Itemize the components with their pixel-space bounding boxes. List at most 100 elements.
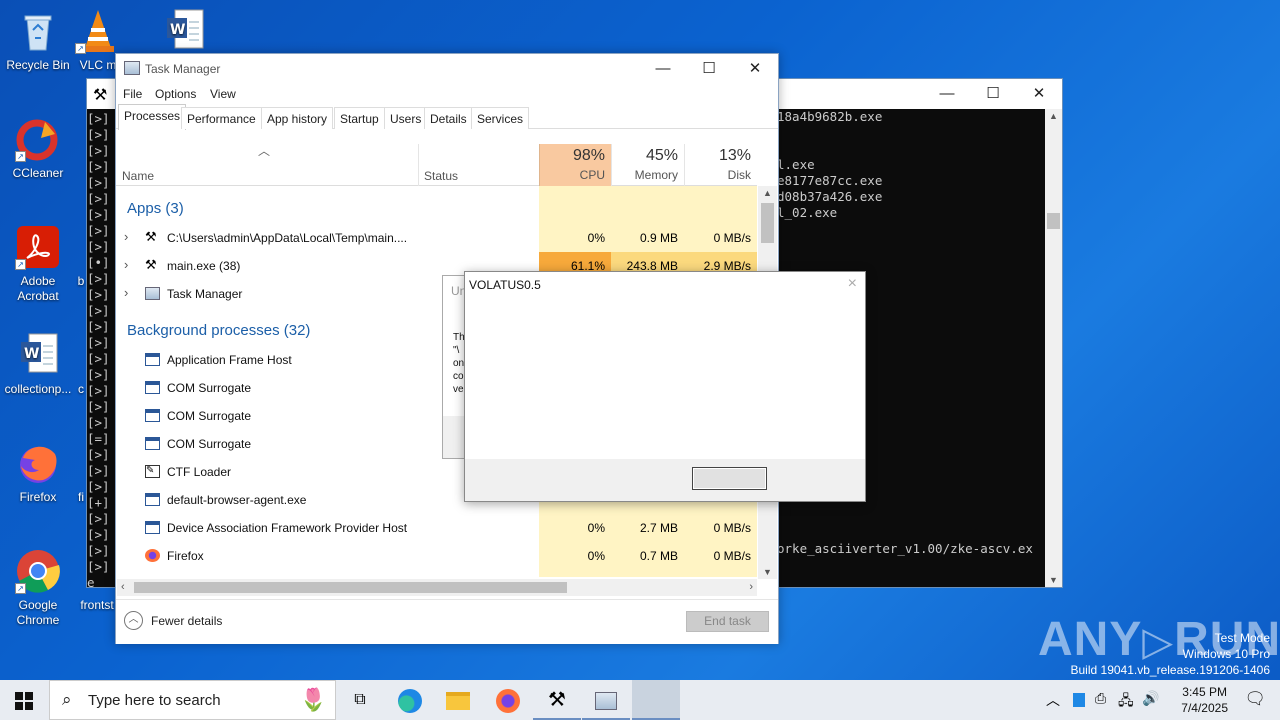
desktop-icon-word[interactable]: W — [146, 8, 222, 58]
file-explorer-taskbar-button[interactable] — [434, 680, 482, 720]
column-disk[interactable]: 13% Disk — [684, 144, 757, 186]
tab-performance[interactable]: Performance — [181, 107, 262, 129]
apps-group-header[interactable]: Apps (3) — [127, 200, 184, 217]
recycle-bin-icon — [15, 8, 61, 54]
console-line: l_02.exe — [777, 205, 838, 220]
close-button[interactable]: ✕ — [732, 54, 778, 84]
console-marker: [>] — [87, 175, 110, 190]
task-manager-titlebar[interactable]: Task Manager — ☐ ✕ — [116, 54, 778, 84]
word-document-icon: W — [161, 8, 207, 54]
expand-chevron-icon[interactable]: › — [124, 229, 128, 244]
process-name: default-browser-agent.exe — [167, 493, 307, 507]
maximize-button[interactable]: ☐ — [686, 54, 732, 84]
close-button[interactable]: × — [848, 275, 857, 293]
dialog-ok-button[interactable] — [692, 467, 767, 490]
console-marker: e — [87, 575, 95, 587]
volatus-dialog[interactable]: VOLATUS0.5 × — [464, 271, 866, 502]
console-marker: [>] — [87, 351, 110, 366]
process-name: COM Surrogate — [167, 409, 252, 423]
main-exe-taskbar-button[interactable]: ⚒ — [533, 680, 581, 720]
clock-time: 3:45 PM — [1182, 685, 1227, 699]
tray-app-icon[interactable] — [1073, 693, 1085, 707]
tray-device-icon[interactable]: ⎙ — [1095, 690, 1106, 707]
tab-app-history[interactable]: App history — [261, 107, 334, 129]
fewer-details-button[interactable]: ︿ Fewer details — [124, 611, 222, 630]
console-marker: [>] — [87, 191, 110, 206]
expand-chevron-icon[interactable]: › — [124, 285, 128, 300]
desktop-icon-recycle-bin[interactable]: Recycle Bin — [0, 8, 76, 73]
console-marker: [>] — [87, 287, 110, 302]
edge-taskbar-button[interactable] — [386, 680, 434, 720]
console-marker: [>] — [87, 511, 110, 526]
task-view-button[interactable]: ⧉ — [336, 680, 384, 720]
volume-icon[interactable]: 🔊 — [1142, 690, 1159, 707]
volatus-taskbar-button[interactable] — [632, 680, 680, 720]
column-memory[interactable]: 45% Memory — [611, 144, 684, 186]
column-header: ︿ Name Status 98% CPU 45% Memory 13% Dis… — [116, 144, 757, 186]
tab-processes[interactable]: Processes — [118, 104, 187, 130]
desktop-icon-chrome[interactable]: ↗ Google Chrome — [0, 548, 76, 628]
console-marker: [>] — [87, 335, 110, 350]
minimize-button[interactable]: — — [924, 79, 970, 109]
console-marker: [>] — [87, 111, 110, 126]
column-cpu[interactable]: 98% CPU — [539, 144, 611, 186]
process-row[interactable]: › ⚒ C:\Users\admin\AppData\Local\Temp\ma… — [116, 224, 757, 252]
notifications-icon[interactable]: 🗨 — [1244, 689, 1266, 709]
task-manager-icon — [145, 287, 160, 300]
process-disk: 0 MB/s — [713, 521, 751, 535]
desktop-icon-label: collectionp... — [4, 382, 72, 396]
desktop-icon-ccleaner[interactable]: ↗ CCleaner — [0, 116, 76, 181]
desktop-icon-collection[interactable]: W collectionp... — [0, 332, 76, 397]
network-icon[interactable]: 🖧 — [1118, 690, 1134, 714]
console-marker: [>] — [87, 399, 110, 414]
task-manager-footer: ︿ Fewer details End task — [116, 599, 778, 644]
console-marker: [•] — [87, 255, 110, 270]
acrobat-icon: ↗ — [15, 224, 61, 270]
console-marker: [>] — [87, 463, 110, 478]
system-clock[interactable]: 3:45 PM 7/4/2025 — [1181, 684, 1228, 716]
process-row[interactable]: Device Association Framework Provider Ho… — [116, 514, 757, 542]
task-manager-taskbar-button[interactable] — [582, 680, 630, 720]
start-button[interactable] — [0, 680, 48, 720]
ccleaner-icon: ↗ — [15, 116, 61, 162]
tab-users[interactable]: Users — [384, 107, 428, 129]
menu-options[interactable]: Options — [155, 87, 196, 101]
maximize-button[interactable]: ☐ — [970, 79, 1016, 109]
taskbar-search-box[interactable]: ⌕ Type here to search 🌷 — [49, 680, 336, 720]
column-status[interactable]: Status — [424, 169, 458, 183]
background-dialog-text: Th "\ on co ve — [453, 332, 465, 395]
desktop-icon-firefox[interactable]: Firefox — [0, 440, 76, 505]
end-task-button[interactable]: End task — [686, 611, 769, 632]
background-group-header[interactable]: Background processes (32) — [127, 322, 310, 339]
console-marker: [>] — [87, 447, 110, 462]
tab-details[interactable]: Details — [424, 107, 473, 129]
process-memory: 2.7 MB — [639, 521, 678, 535]
windows-watermark: Test Mode Windows 10 Pro Build 19041.vb_… — [1071, 630, 1271, 678]
console-scrollbar[interactable]: ▲ ▼ — [1045, 109, 1062, 587]
process-row[interactable]: Firefox 0% 0.7 MB 0 MB/s — [116, 542, 757, 570]
process-name: Task Manager — [167, 287, 243, 301]
menu-file[interactable]: File — [123, 87, 142, 101]
app-window-icon — [145, 493, 160, 506]
process-name: CTF Loader — [167, 465, 232, 479]
show-hidden-icons-chevron-icon[interactable]: ︿ — [1046, 690, 1060, 710]
close-button[interactable]: ✕ — [1016, 79, 1062, 109]
expand-chevron-icon[interactable]: › — [124, 257, 128, 272]
firefox-icon — [496, 688, 520, 713]
edge-icon — [398, 688, 422, 713]
tab-services[interactable]: Services — [471, 107, 530, 129]
menu-view[interactable]: View — [210, 87, 236, 101]
watermark-line3: Build 19041.vb_release.191206-1406 — [1070, 663, 1271, 677]
firefox-taskbar-button[interactable] — [484, 680, 532, 720]
desktop-icon-adobe-acrobat[interactable]: ↗ Adobe Acrobat — [0, 224, 76, 304]
process-list-hscrollbar[interactable]: ‹ › — [117, 579, 757, 596]
app-window-icon — [145, 521, 160, 534]
console-marker: [+] — [87, 495, 110, 510]
tab-startup[interactable]: Startup — [334, 107, 385, 129]
console-marker: [=] — [87, 431, 110, 446]
dialog-footer — [465, 459, 865, 501]
vlc-cone-icon: ↗ — [75, 8, 121, 54]
console-marker: [>] — [87, 127, 110, 142]
minimize-button[interactable]: — — [640, 54, 686, 84]
notepad-pen-icon: ✎ — [145, 465, 160, 478]
